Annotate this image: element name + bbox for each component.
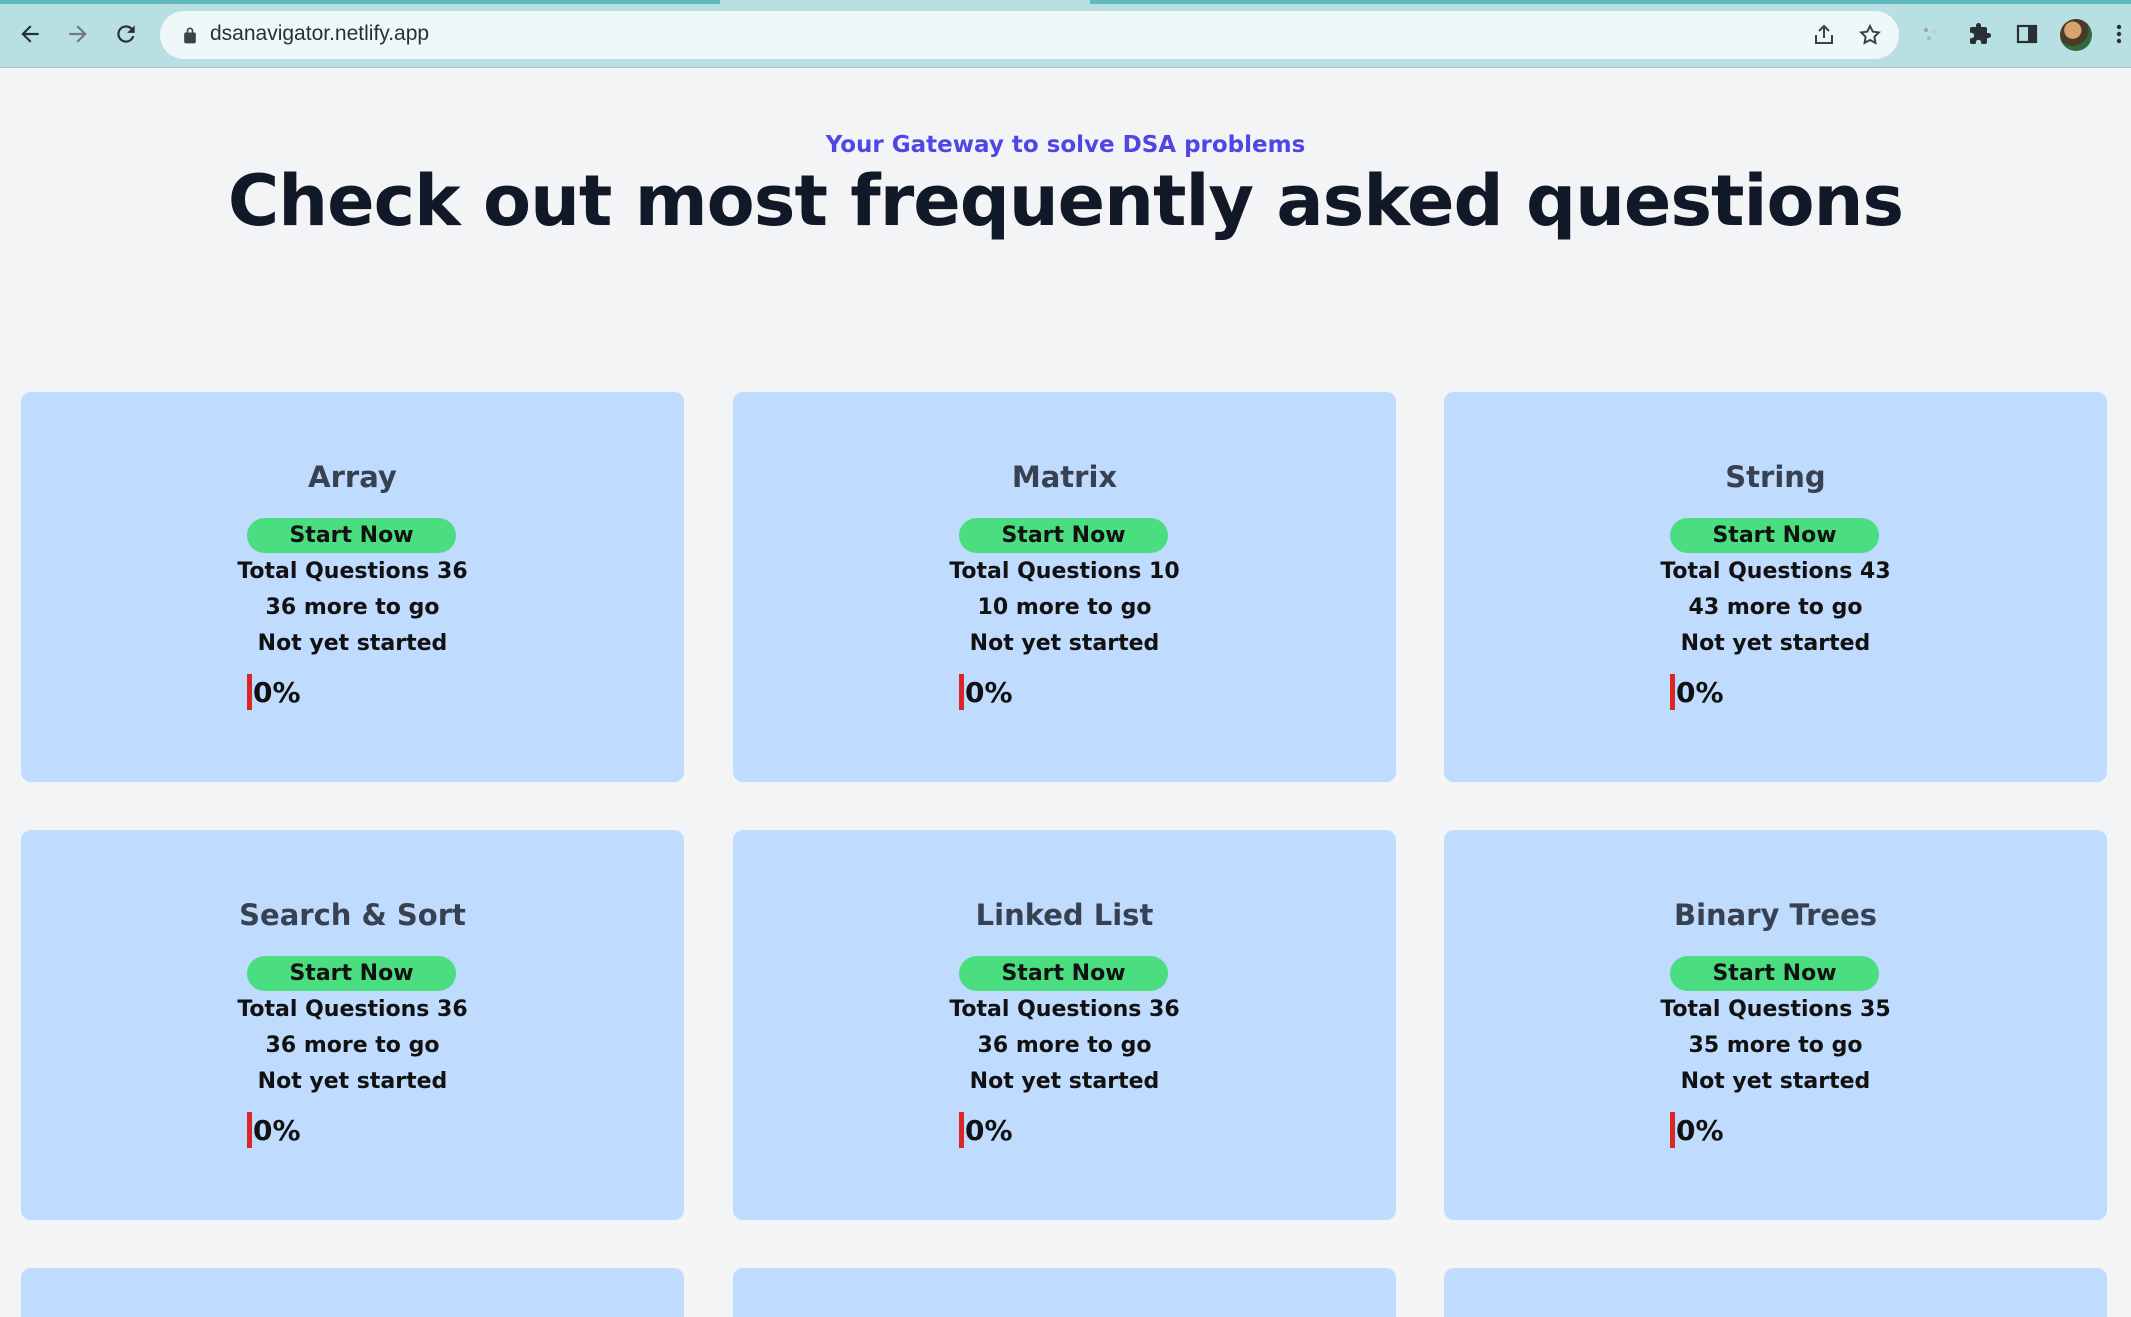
progress-percent: 0% bbox=[253, 675, 301, 709]
page-title: Check out most frequently asked question… bbox=[227, 160, 1904, 242]
topic-card: Search & Sort Start Now Total Questions … bbox=[21, 830, 684, 1220]
topic-card bbox=[21, 1268, 684, 1317]
url-text: dsanavigator.netlify.app bbox=[210, 22, 430, 45]
start-now-button[interactable]: Start Now bbox=[247, 956, 456, 991]
more-vertical-icon bbox=[2116, 24, 2122, 44]
share-button[interactable] bbox=[1810, 21, 1838, 49]
topic-title: Search & Sort bbox=[239, 898, 466, 932]
lock-icon bbox=[184, 27, 196, 44]
remaining-count: 43 more to go bbox=[1688, 595, 1863, 620]
progress-status: Not yet started bbox=[257, 631, 448, 656]
start-now-button[interactable]: Start Now bbox=[959, 518, 1168, 553]
forward-button[interactable] bbox=[60, 16, 96, 52]
extension-button[interactable] bbox=[1912, 16, 1948, 52]
progress-bar: 0% bbox=[1670, 1112, 1724, 1148]
total-questions: Total Questions 36 bbox=[949, 997, 1180, 1022]
remaining-count: 36 more to go bbox=[265, 595, 440, 620]
arrow-right-icon bbox=[69, 25, 87, 43]
start-now-button[interactable]: Start Now bbox=[247, 518, 456, 553]
remaining-count: 35 more to go bbox=[1688, 1033, 1863, 1058]
progress-percent: 0% bbox=[1676, 675, 1724, 709]
reload-button[interactable] bbox=[108, 16, 144, 52]
hero-subtitle: Your Gateway to solve DSA problems bbox=[825, 132, 1306, 158]
browser-menu-button[interactable] bbox=[2108, 16, 2130, 52]
tab-strip bbox=[0, 0, 2131, 5]
progress-fill bbox=[247, 674, 252, 710]
progress-percent: 0% bbox=[965, 1113, 1013, 1147]
total-questions: Total Questions 36 bbox=[237, 559, 468, 584]
start-now-button[interactable]: Start Now bbox=[1670, 956, 1879, 991]
arrow-left-icon bbox=[21, 25, 39, 43]
start-now-button[interactable]: Start Now bbox=[1670, 518, 1879, 553]
progress-bar: 0% bbox=[247, 674, 301, 710]
browser-toolbar: dsanavigator.netlify.app bbox=[0, 0, 2131, 68]
reload-icon bbox=[117, 25, 135, 43]
progress-status: Not yet started bbox=[257, 1069, 448, 1094]
start-now-button[interactable]: Start Now bbox=[959, 956, 1168, 991]
progress-bar: 0% bbox=[247, 1112, 301, 1148]
topic-card bbox=[1444, 1268, 2107, 1317]
profile-avatar[interactable] bbox=[2060, 19, 2092, 51]
total-questions: Total Questions 35 bbox=[1660, 997, 1891, 1022]
share-icon bbox=[1815, 24, 1833, 44]
progress-percent: 0% bbox=[253, 1113, 301, 1147]
progress-fill bbox=[959, 674, 964, 710]
address-bar[interactable]: dsanavigator.netlify.app bbox=[160, 11, 1899, 59]
star-icon bbox=[1859, 23, 1881, 45]
topic-title: String bbox=[1725, 460, 1826, 494]
bookmark-button[interactable] bbox=[1856, 21, 1884, 49]
progress-bar: 0% bbox=[959, 1112, 1013, 1148]
progress-fill bbox=[1670, 674, 1675, 710]
side-panel-button[interactable] bbox=[2009, 16, 2045, 52]
back-button[interactable] bbox=[12, 16, 48, 52]
topic-title: Binary Trees bbox=[1673, 898, 1878, 932]
progress-percent: 0% bbox=[1676, 1113, 1724, 1147]
progress-fill bbox=[1670, 1112, 1675, 1148]
topic-card bbox=[733, 1268, 1396, 1317]
remaining-count: 36 more to go bbox=[977, 1033, 1152, 1058]
total-questions: Total Questions 43 bbox=[1660, 559, 1891, 584]
progress-percent: 0% bbox=[965, 675, 1013, 709]
total-questions: Total Questions 10 bbox=[949, 559, 1180, 584]
topic-card: String Start Now Total Questions 43 43 m… bbox=[1444, 392, 2107, 782]
topic-card: Linked List Start Now Total Questions 36… bbox=[733, 830, 1396, 1220]
progress-status: Not yet started bbox=[969, 631, 1160, 656]
progress-status: Not yet started bbox=[969, 1069, 1160, 1094]
tab-indicator bbox=[0, 0, 720, 4]
progress-fill bbox=[247, 1112, 252, 1148]
side-panel-icon bbox=[2016, 24, 2038, 44]
tab-indicator bbox=[1090, 0, 2131, 4]
progress-status: Not yet started bbox=[1680, 631, 1871, 656]
remaining-count: 36 more to go bbox=[265, 1033, 440, 1058]
topic-card: Binary Trees Start Now Total Questions 3… bbox=[1444, 830, 2107, 1220]
topic-title: Array bbox=[308, 460, 397, 494]
topic-card: Array Start Now Total Questions 36 36 mo… bbox=[21, 392, 684, 782]
topic-title: Linked List bbox=[975, 898, 1154, 932]
extension-loading-icon bbox=[1924, 28, 1936, 40]
progress-fill bbox=[959, 1112, 964, 1148]
topic-title: Matrix bbox=[1011, 460, 1118, 494]
progress-bar: 0% bbox=[959, 674, 1013, 710]
puzzle-icon bbox=[1970, 23, 1991, 44]
progress-bar: 0% bbox=[1670, 674, 1724, 710]
total-questions: Total Questions 36 bbox=[237, 997, 468, 1022]
remaining-count: 10 more to go bbox=[977, 595, 1152, 620]
extensions-menu-button[interactable] bbox=[1962, 16, 1998, 52]
topic-card: Matrix Start Now Total Questions 10 10 m… bbox=[733, 392, 1396, 782]
progress-status: Not yet started bbox=[1680, 1069, 1871, 1094]
